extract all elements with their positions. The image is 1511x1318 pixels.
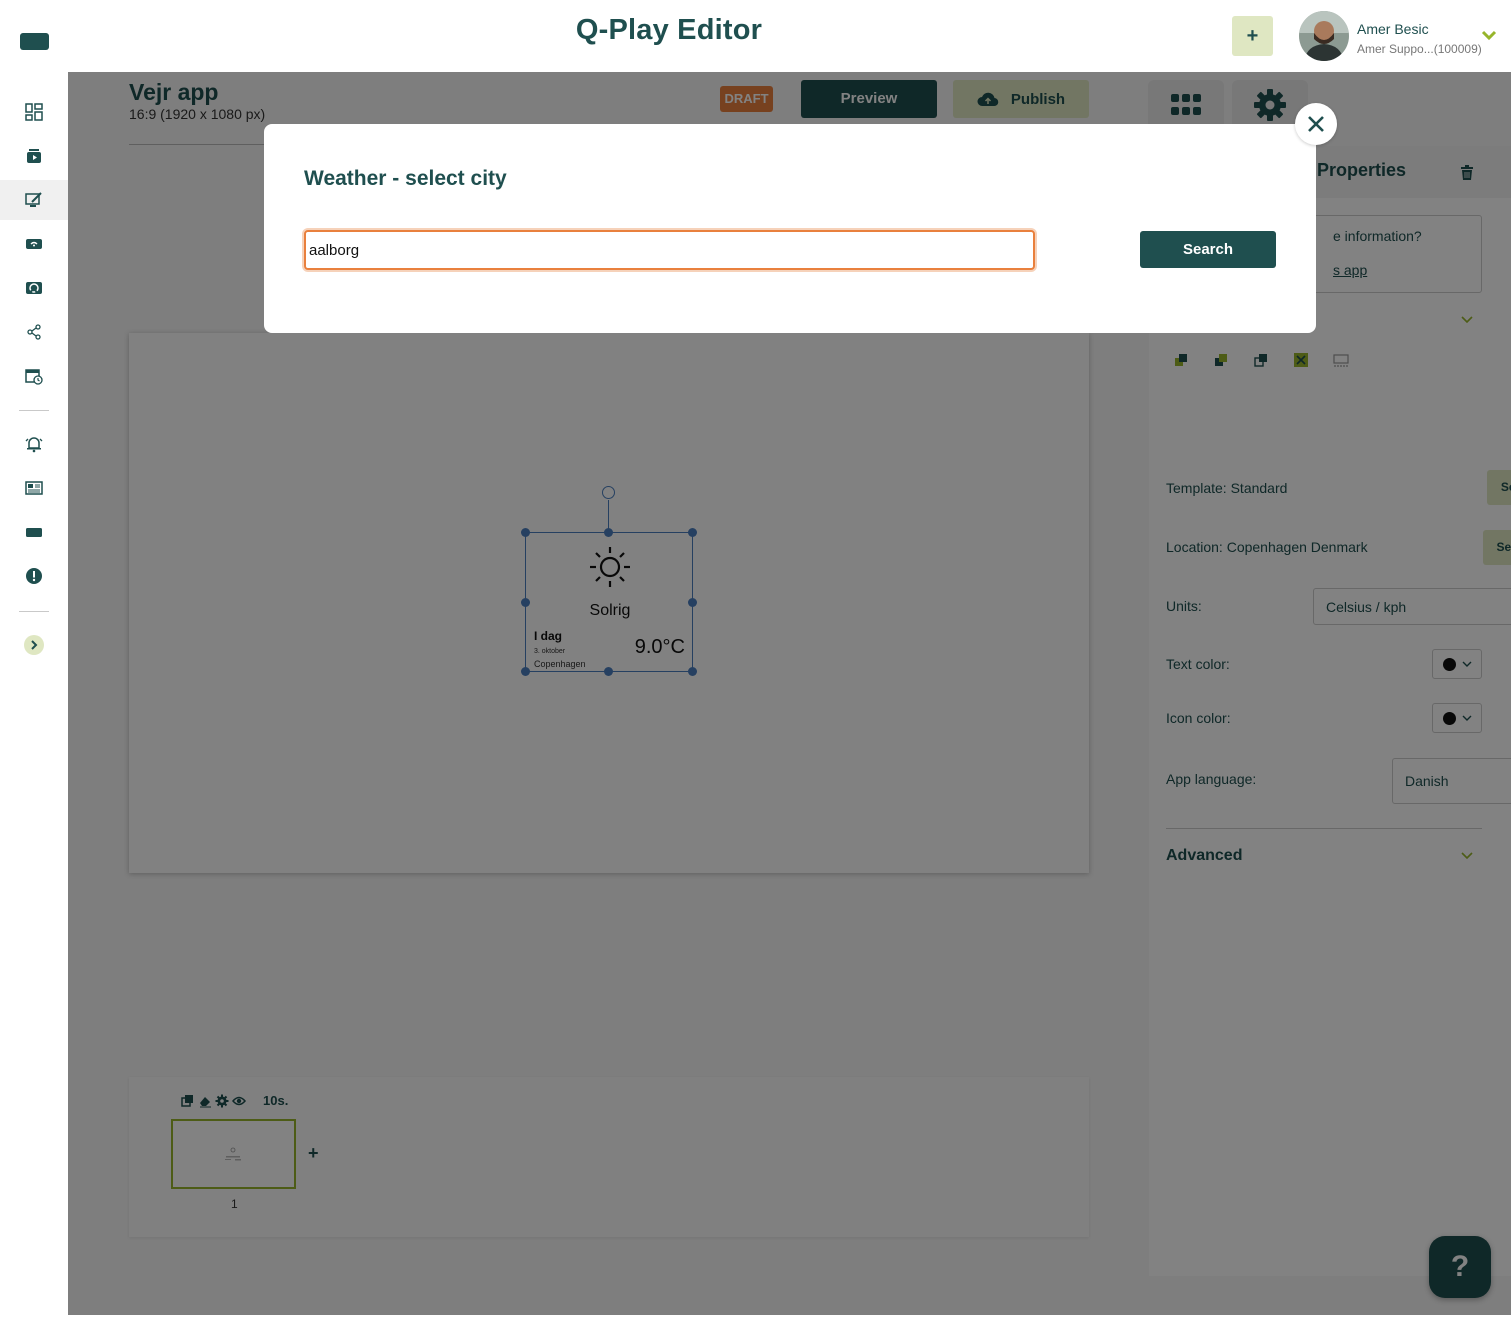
sidebar-item-schedule[interactable] xyxy=(0,356,68,396)
user-organization: Amer Suppo...(100009) xyxy=(1357,42,1482,56)
playlists-icon xyxy=(26,282,42,294)
dialog-title: Weather - select city xyxy=(304,167,507,190)
dashboard-icon xyxy=(25,103,43,121)
sidebar-item-editor[interactable] xyxy=(0,180,68,220)
sidebar-item-warnings[interactable] xyxy=(0,556,68,596)
close-dialog-button[interactable] xyxy=(1295,103,1337,145)
sidebar-divider xyxy=(19,611,49,612)
media-library-icon xyxy=(27,149,41,163)
sidebar-item-devices[interactable] xyxy=(0,512,68,552)
alerts-icon xyxy=(25,437,43,453)
warning-icon xyxy=(26,568,42,584)
app-title: Q-Play Editor xyxy=(575,14,763,46)
add-button[interactable]: + xyxy=(1232,16,1273,56)
editor-icon xyxy=(25,192,42,207)
close-icon xyxy=(1308,116,1324,132)
sidebar-item-alerts[interactable] xyxy=(0,424,68,464)
schedule-icon xyxy=(25,369,43,385)
devices-icon xyxy=(26,528,42,537)
sidebar-item-media[interactable] xyxy=(0,136,68,176)
sidebar-item-playlists[interactable] xyxy=(0,268,68,308)
chevron-down-icon[interactable] xyxy=(1480,28,1498,42)
expand-sidebar-icon xyxy=(24,635,44,655)
select-city-dialog: Weather - select city Search xyxy=(264,124,1316,333)
share-icon xyxy=(27,324,41,340)
user-avatar[interactable] xyxy=(1299,11,1349,61)
left-sidebar xyxy=(0,72,68,1318)
screens-icon xyxy=(26,239,42,249)
sidebar-item-news[interactable] xyxy=(0,468,68,508)
city-search-button[interactable]: Search xyxy=(1140,231,1276,268)
sidebar-item-share[interactable] xyxy=(0,312,68,352)
sidebar-item-screens[interactable] xyxy=(0,224,68,264)
user-name: Amer Besic xyxy=(1357,21,1429,37)
expand-sidebar-button[interactable] xyxy=(0,625,68,665)
city-search-input[interactable] xyxy=(304,230,1035,270)
news-icon xyxy=(25,481,43,495)
top-bar: Q-Play Editor + Amer Besic Amer Suppo...… xyxy=(0,0,1511,72)
sidebar-item-dashboard[interactable] xyxy=(0,92,68,132)
sidebar-divider xyxy=(19,410,49,411)
